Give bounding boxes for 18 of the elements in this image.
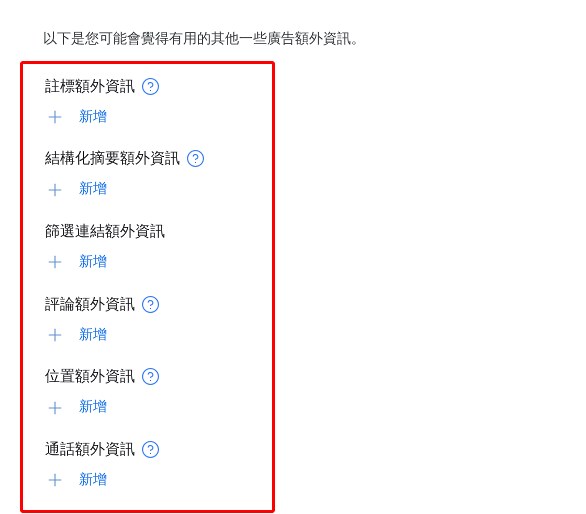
- add-button[interactable]: 新增: [45, 178, 107, 202]
- extension-title: 位置額外資訊: [45, 366, 135, 388]
- add-button[interactable]: 新增: [45, 105, 107, 129]
- extension-title: 篩選連結額外資訊: [45, 221, 165, 242]
- add-button[interactable]: 新增: [45, 396, 107, 420]
- intro-text: 以下是您可能會覺得有用的其他一些廣告額外資訊。: [43, 30, 365, 49]
- extension-title: 註標額外資訊: [45, 76, 135, 97]
- help-icon[interactable]: [186, 149, 205, 168]
- add-button[interactable]: 新增: [45, 250, 107, 274]
- help-icon[interactable]: [141, 367, 160, 386]
- help-icon[interactable]: [141, 440, 160, 459]
- extension-title: 評論額外資訊: [45, 294, 135, 315]
- help-icon[interactable]: [141, 294, 160, 314]
- add-button[interactable]: 新增: [45, 468, 107, 492]
- add-button[interactable]: 新增: [45, 323, 107, 348]
- extension-title: 結構化摘要額外資訊: [45, 148, 180, 170]
- extension-title: 通話額外資訊: [45, 439, 135, 460]
- help-icon[interactable]: [141, 76, 160, 96]
